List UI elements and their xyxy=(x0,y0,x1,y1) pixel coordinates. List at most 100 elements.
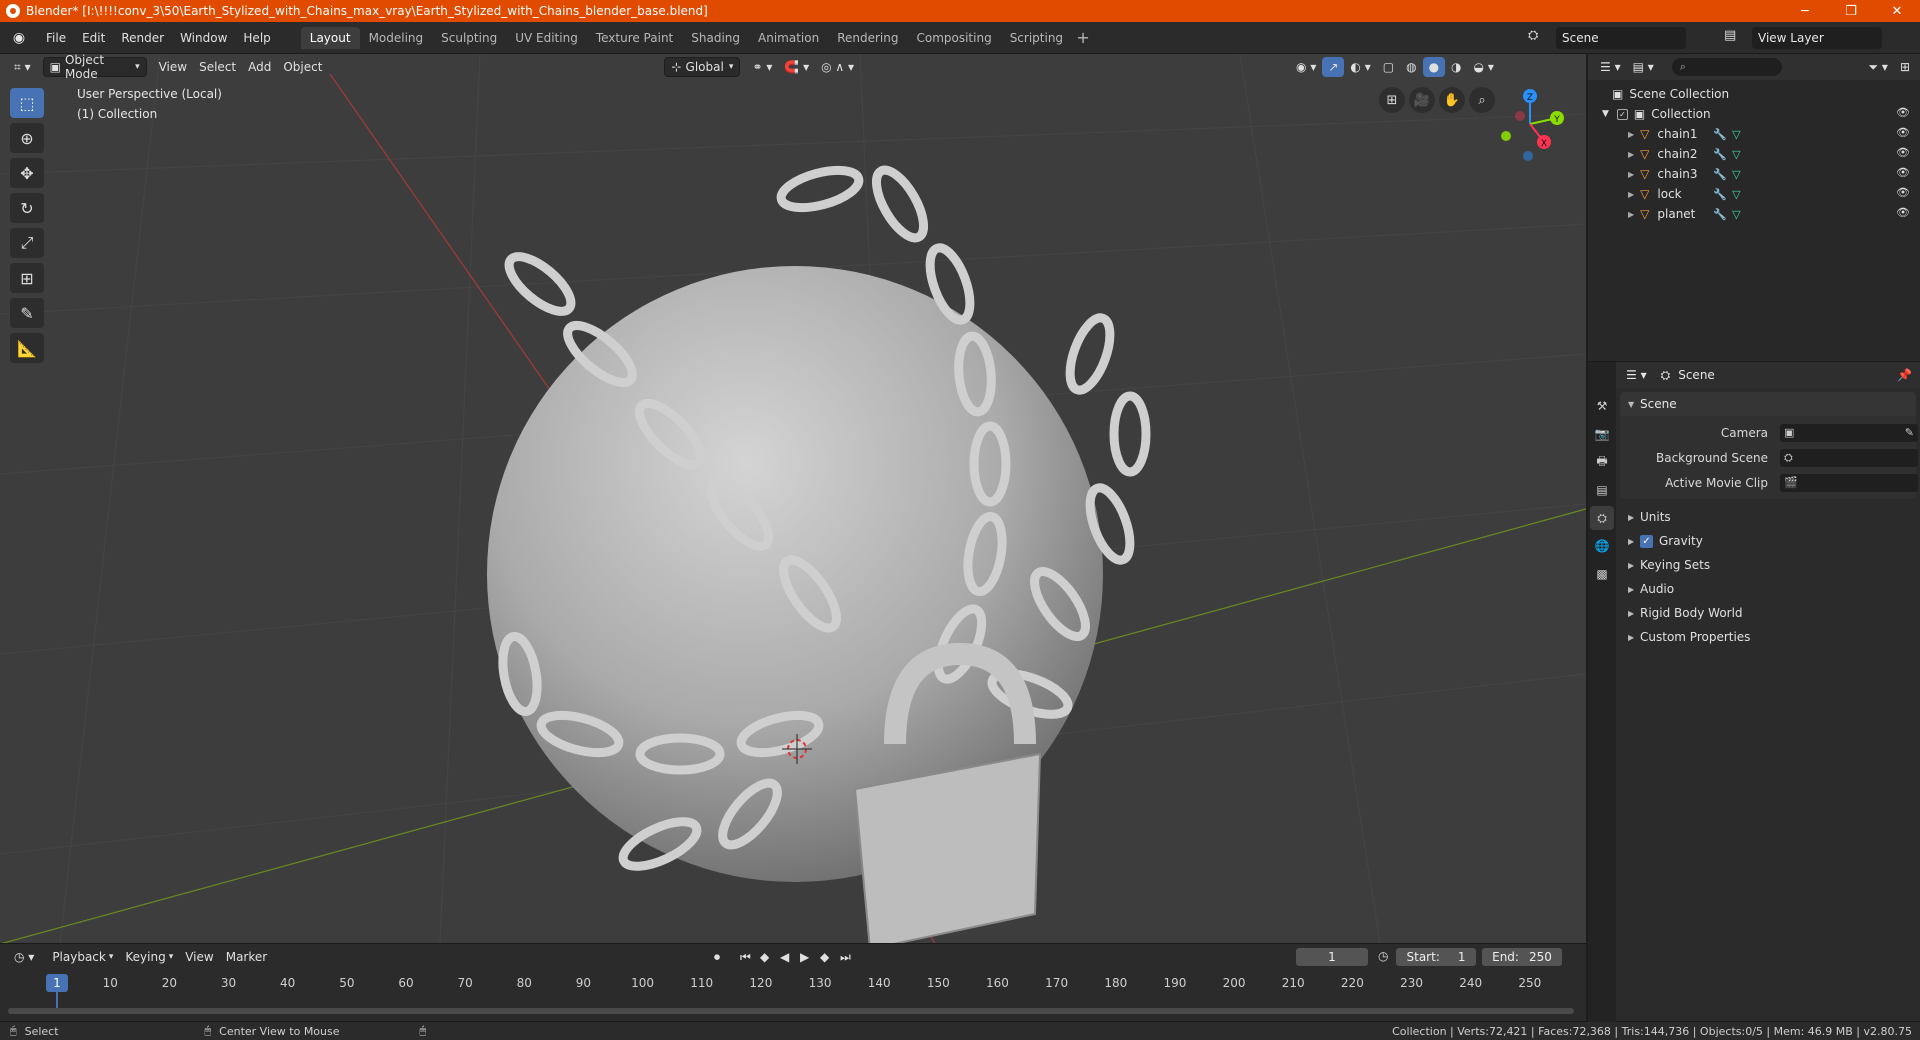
output-tab-icon[interactable]: 🖶 xyxy=(1590,450,1614,474)
tab-modeling[interactable]: Modeling xyxy=(360,27,433,49)
proportional-edit-icon[interactable]: ◎ ∧ ▾ xyxy=(815,57,860,77)
scene-selector-icon[interactable]: ⛭ xyxy=(1528,28,1538,43)
modifier-wrench-icon[interactable]: 🔧 xyxy=(1713,188,1727,201)
overlay-toggle-icon[interactable]: ◐ ▾ xyxy=(1344,57,1376,77)
move-icon[interactable]: ✥ xyxy=(10,158,44,188)
menu-help[interactable]: Help xyxy=(235,27,278,49)
minimize-button[interactable]: ─ xyxy=(1782,0,1828,22)
expand-chevron-icon[interactable]: ▼ xyxy=(1602,109,1609,119)
start-frame-field[interactable]: Start: 1 xyxy=(1396,948,1476,966)
add-workspace-button[interactable]: + xyxy=(1072,27,1094,49)
mesh-data-icon[interactable]: ▽ xyxy=(1732,148,1740,161)
play-icon[interactable]: ▶ xyxy=(794,947,815,967)
menu-window[interactable]: Window xyxy=(172,27,235,49)
material-shading-icon[interactable]: ◑ xyxy=(1445,57,1467,77)
outliner-object-row[interactable]: ▶ ▽ chain2 🔧 ▽ 👁 xyxy=(1588,144,1920,164)
outliner-object-row[interactable]: ▶ ▽ lock 🔧 ▽ 👁 xyxy=(1588,184,1920,204)
world-tab-icon[interactable]: 🌐 xyxy=(1590,534,1614,558)
render-tab-icon[interactable]: 📷 xyxy=(1590,422,1614,446)
menu-edit[interactable]: Edit xyxy=(74,27,113,49)
gravity-checkbox[interactable]: ✓ xyxy=(1640,534,1653,548)
solid-shading-icon[interactable]: ● xyxy=(1422,57,1446,77)
visibility-icon[interactable]: ◉ ▾ xyxy=(1290,57,1322,77)
display-mode-icon[interactable]: ▤ ▾ xyxy=(1627,57,1660,77)
maximize-button[interactable]: ❐ xyxy=(1828,0,1874,22)
tab-uv-editing[interactable]: UV Editing xyxy=(506,27,587,49)
scene-tab-icon[interactable]: ⛭ xyxy=(1590,506,1614,530)
collection-checkbox[interactable]: ✓ xyxy=(1616,108,1628,120)
measure-icon[interactable]: 📐 xyxy=(10,333,44,363)
eyedropper-icon[interactable]: ✎ xyxy=(1905,426,1914,439)
outliner-search-input[interactable]: ⌕ xyxy=(1671,58,1782,76)
menu-select[interactable]: Select xyxy=(193,57,242,77)
modifier-wrench-icon[interactable]: 🔧 xyxy=(1713,148,1727,161)
custom-properties-panel[interactable]: ▶ Custom Properties xyxy=(1620,625,1916,649)
toggle-grid-icon[interactable]: ⊞ xyxy=(1379,87,1405,113)
tab-rendering[interactable]: Rendering xyxy=(828,27,907,49)
timeline-editor-type-icon[interactable]: ◷ ▾ xyxy=(8,947,40,967)
menu-add[interactable]: Add xyxy=(242,57,277,77)
next-keyframe-icon[interactable]: ◆ xyxy=(814,947,835,967)
scene-collection-row[interactable]: ▣ Scene Collection xyxy=(1588,84,1920,104)
editor-type-button[interactable]: ⌗ ▾ xyxy=(8,57,37,77)
mesh-data-icon[interactable]: ▽ xyxy=(1732,208,1740,221)
tab-layout[interactable]: Layout xyxy=(300,26,360,49)
active-movie-clip-field[interactable]: 🎬 xyxy=(1780,473,1918,492)
eye-icon[interactable]: 👁 xyxy=(1896,146,1910,159)
camera-field[interactable]: ▣ ✎ xyxy=(1780,423,1918,442)
mode-selector[interactable]: ▣ Object Mode ▾ xyxy=(42,54,147,81)
clock-icon[interactable]: ◷ xyxy=(1378,949,1388,963)
eye-icon[interactable]: 👁 xyxy=(1896,206,1910,219)
outliner-editor-type-icon[interactable]: ☰ ▾ xyxy=(1594,57,1627,77)
tab-shading[interactable]: Shading xyxy=(682,27,749,49)
gravity-panel[interactable]: ▶ ✓ Gravity xyxy=(1620,529,1916,553)
scene-panel-header[interactable]: ▼ Scene xyxy=(1620,392,1916,416)
expand-chevron-icon[interactable]: ▶ xyxy=(1628,150,1634,159)
new-collection-icon[interactable]: ⊞ xyxy=(1894,57,1916,77)
view-layer-tab-icon[interactable]: ▤ xyxy=(1590,478,1614,502)
snap-icon[interactable]: 🧲 ▾ xyxy=(778,57,815,77)
modifier-wrench-icon[interactable]: 🔧 xyxy=(1713,128,1727,141)
outliner-object-row[interactable]: ▶ ▽ chain3 🔧 ▽ 👁 xyxy=(1588,164,1920,184)
mesh-data-icon[interactable]: ▽ xyxy=(1732,128,1740,141)
pivot-icon[interactable]: ⚭ ▾ xyxy=(746,57,778,77)
viewport-scene[interactable] xyxy=(0,54,1586,943)
tab-sculpting[interactable]: Sculpting xyxy=(432,27,506,49)
menu-playback[interactable]: Playback ▾ xyxy=(46,947,119,967)
tab-texture-paint[interactable]: Texture Paint xyxy=(587,27,682,49)
menu-object[interactable]: Object xyxy=(277,57,328,77)
tab-animation[interactable]: Animation xyxy=(749,27,828,49)
scene-field[interactable]: Scene xyxy=(1556,27,1686,49)
expand-chevron-icon[interactable]: ▶ xyxy=(1628,130,1634,139)
menu-file[interactable]: File xyxy=(38,27,74,49)
gizmo-toggle-icon[interactable]: ↗ xyxy=(1322,57,1345,77)
eye-icon[interactable]: 👁 xyxy=(1896,126,1910,139)
tab-compositing[interactable]: Compositing xyxy=(907,27,1000,49)
background-scene-field[interactable]: ⛭ xyxy=(1780,448,1918,467)
record-icon[interactable]: ⏺ xyxy=(708,947,726,967)
audio-panel[interactable]: ▶ Audio xyxy=(1620,577,1916,601)
jump-end-icon[interactable]: ⏭ xyxy=(834,947,857,967)
modifier-wrench-icon[interactable]: 🔧 xyxy=(1713,168,1727,181)
tool-settings-tab-icon[interactable]: ⚒ xyxy=(1590,394,1614,418)
play-reverse-icon[interactable]: ◀ xyxy=(774,947,795,967)
transform-icon[interactable]: ⊞ xyxy=(10,263,44,293)
menu-render[interactable]: Render xyxy=(113,27,172,49)
close-button[interactable]: ✕ xyxy=(1874,0,1920,22)
frame-ruler[interactable]: 1102030405060708090100110120130140150160… xyxy=(0,974,1586,994)
filter-icon[interactable]: ⏷ ▾ xyxy=(1862,57,1893,77)
navigation-gizmo[interactable]: Z Y X xyxy=(1490,84,1570,164)
blender-menu-icon[interactable]: ◉ xyxy=(8,27,30,49)
eye-icon[interactable]: 👁 xyxy=(1896,166,1910,179)
tab-scripting[interactable]: Scripting xyxy=(1001,27,1072,49)
menu-timeline-view[interactable]: View xyxy=(179,947,219,967)
rotate-icon[interactable]: ↻ xyxy=(10,193,44,223)
properties-editor-type-icon[interactable]: ☰ ▾ xyxy=(1626,368,1647,382)
cursor-icon[interactable]: ⊕ xyxy=(10,123,44,153)
end-frame-field[interactable]: End: 250 xyxy=(1482,948,1562,966)
units-panel[interactable]: ▶ Units xyxy=(1620,505,1916,529)
eye-icon[interactable]: 👁 xyxy=(1896,106,1910,119)
scale-icon[interactable]: ⤢ xyxy=(10,228,44,258)
rendered-shading-icon[interactable]: ◒ ▾ xyxy=(1468,57,1500,77)
collection-row[interactable]: ▼ ✓ ▣ Collection 👁 xyxy=(1588,104,1920,124)
